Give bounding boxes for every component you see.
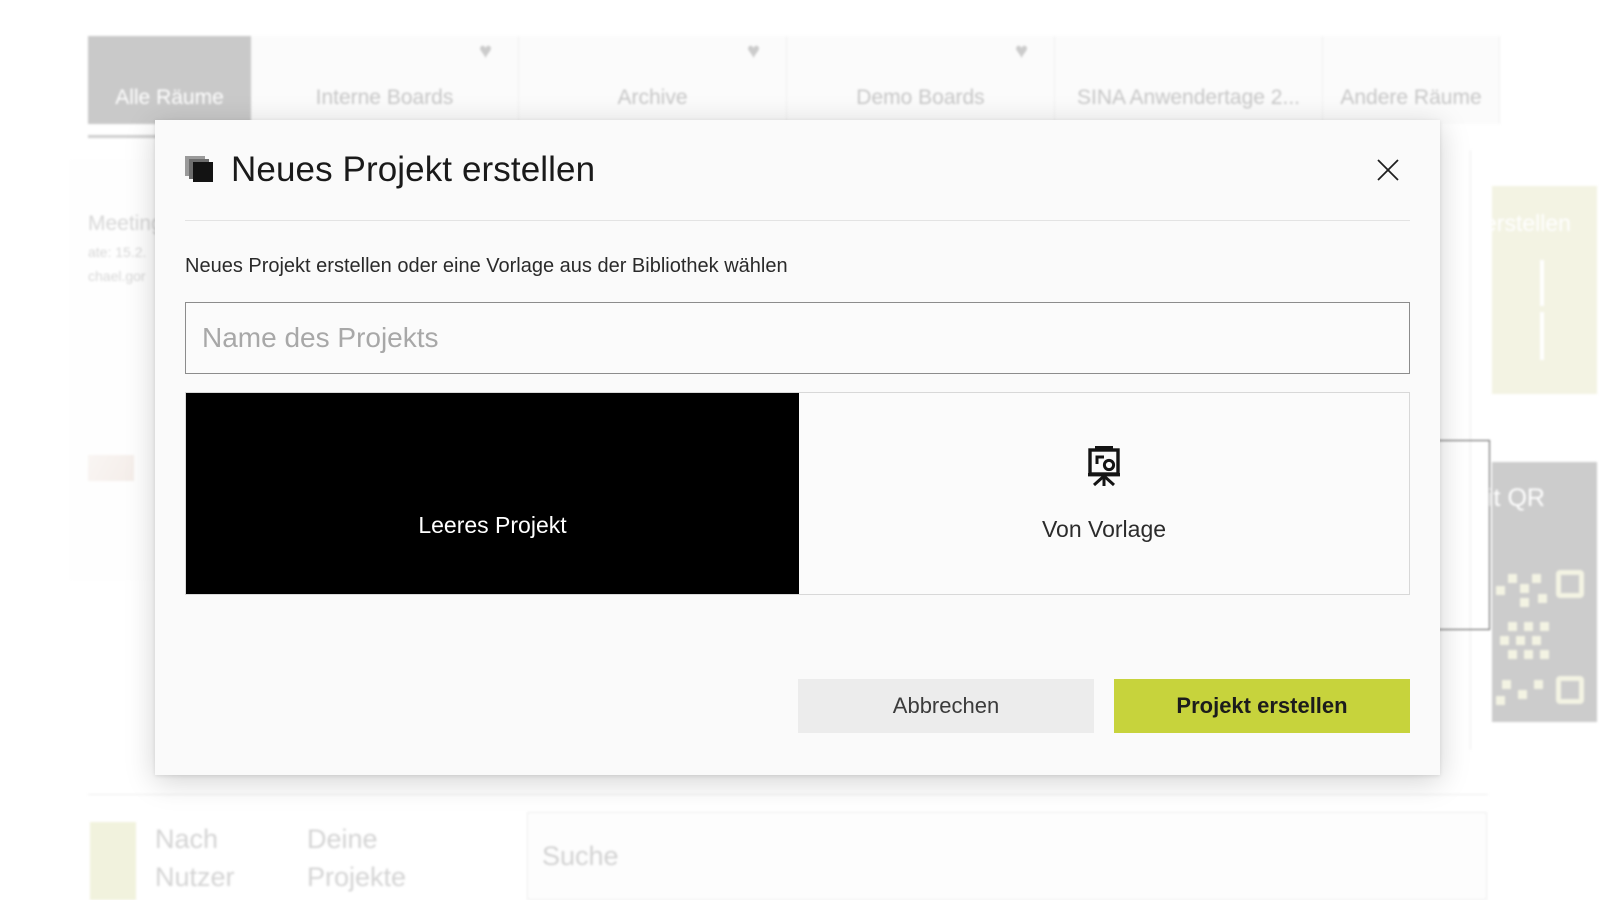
- close-icon[interactable]: [1366, 148, 1410, 192]
- favorite-heart-icon[interactable]: ♥: [479, 40, 492, 62]
- tab-interne-boards[interactable]: ♥ Interne Boards: [251, 36, 519, 124]
- favorite-heart-icon[interactable]: ♥: [747, 40, 760, 62]
- create-project-button[interactable]: Projekt erstellen: [1114, 679, 1410, 733]
- cancel-button[interactable]: Abbrechen: [798, 679, 1094, 733]
- background-secondary-card-bar: [1540, 312, 1544, 360]
- option-empty-project[interactable]: Leeres Projekt: [186, 393, 799, 594]
- background-filter-your-projects[interactable]: Deine Projekte: [307, 820, 406, 897]
- option-empty-project-label: Leeres Projekt: [418, 512, 567, 538]
- background-filter-by-user[interactable]: Nach Nutzer: [155, 820, 235, 897]
- background-search-placeholder: Suche: [542, 841, 619, 871]
- project-name-input[interactable]: [185, 302, 1410, 374]
- tab-label: Andere Räume: [1340, 86, 1482, 109]
- layers-icon: [185, 156, 215, 184]
- tab-alle-raeume[interactable]: Alle Räume: [88, 36, 251, 124]
- tab-label: Interne Boards: [315, 86, 454, 109]
- background-create-card-label: erstellen: [1484, 210, 1571, 236]
- background-card-owner: chael.gor: [88, 268, 146, 284]
- tab-archive[interactable]: ♥ Archive: [519, 36, 787, 124]
- background-create-card[interactable]: erstellen: [1484, 186, 1597, 312]
- dialog-title-group: Neues Projekt erstellen: [185, 150, 595, 190]
- app-root: Alle Räume ♥ Interne Boards ♥ Archive ♥ …: [0, 0, 1600, 900]
- dialog-title: Neues Projekt erstellen: [231, 150, 596, 189]
- tab-label: SINA Anwendertage 2...: [1077, 86, 1300, 109]
- dialog-subtitle: Neues Projekt erstellen oder eine Vorlag…: [185, 255, 788, 277]
- background-qr-card[interactable]: it QR: [1488, 462, 1597, 722]
- project-source-options: Leeres Projekt Von Vorlage: [185, 392, 1410, 595]
- background-bottom-separator: [88, 794, 1488, 795]
- background-card-thumbnail: [88, 455, 134, 481]
- qr-code-icon: [1494, 570, 1594, 710]
- option-from-template[interactable]: Von Vorlage: [799, 393, 1409, 594]
- tab-sina-anwendertage[interactable]: SINA Anwendertage 2...: [1055, 36, 1323, 124]
- tab-andere-raeume[interactable]: Andere Räume: [1323, 36, 1500, 124]
- tab-label: Archive: [617, 86, 688, 109]
- background-search-field[interactable]: Suche: [527, 812, 1487, 900]
- tab-label: Demo Boards: [856, 86, 985, 109]
- background-color-swatch: [90, 822, 136, 900]
- room-tab-strip: Alle Räume ♥ Interne Boards ♥ Archive ♥ …: [88, 36, 1500, 124]
- background-qr-card-label: it QR: [1488, 484, 1545, 512]
- background-card-date: ate: 15.2.: [88, 244, 147, 260]
- tab-label: Alle Räume: [115, 86, 224, 109]
- tab-demo-boards[interactable]: ♥ Demo Boards: [787, 36, 1055, 124]
- favorite-heart-icon[interactable]: ♥: [1015, 40, 1028, 62]
- option-from-template-label: Von Vorlage: [1041, 515, 1167, 542]
- new-project-dialog: Neues Projekt erstellen Neues Projekt er…: [155, 120, 1440, 775]
- dialog-header: Neues Projekt erstellen: [185, 120, 1410, 220]
- background-create-card-bar: [1540, 260, 1544, 306]
- background-secondary-card[interactable]: [1492, 312, 1597, 394]
- dialog-actions: Abbrechen Projekt erstellen: [798, 679, 1410, 733]
- presentation-board-icon: [1085, 445, 1123, 492]
- dialog-header-divider: [185, 220, 1410, 221]
